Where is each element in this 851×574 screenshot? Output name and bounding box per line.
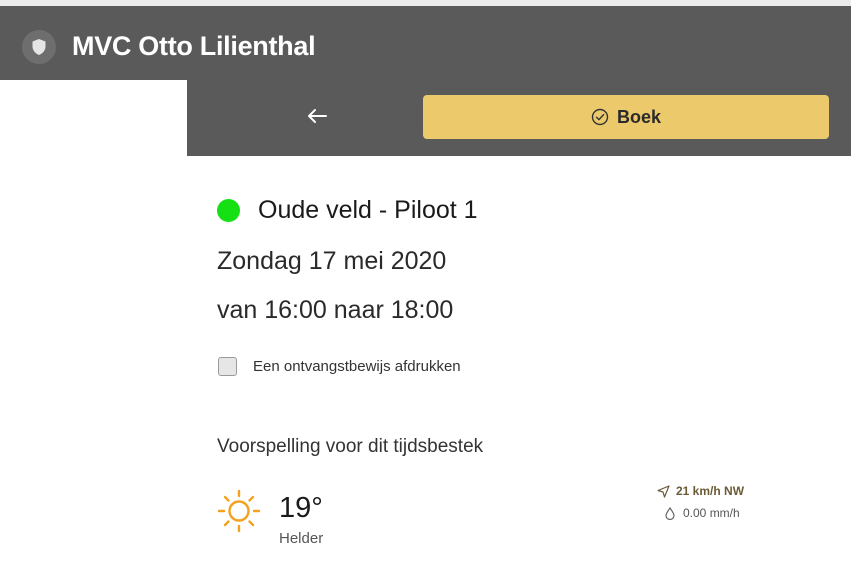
book-button[interactable]: Boek — [423, 95, 829, 139]
app-logo — [22, 30, 56, 64]
rain-info: 0.00 mm/h — [665, 506, 740, 520]
temperature: 19° — [279, 492, 323, 524]
field-name: Oude veld - Piloot 1 — [258, 196, 478, 224]
wind-info: 21 km/h NW — [657, 484, 744, 498]
left-panel — [8, 80, 187, 574]
droplet-icon — [665, 506, 675, 520]
app-header: MVC Otto Lilienthal — [0, 0, 851, 80]
arrow-left-icon — [308, 109, 327, 123]
booking-time-range: van 16:00 naar 18:00 — [217, 296, 454, 324]
receipt-label: Een ontvangstbewijs afdrukken — [253, 358, 461, 375]
sun-icon — [217, 489, 261, 533]
shield-icon — [32, 39, 46, 55]
rain-value: 0.00 mm/h — [683, 506, 740, 520]
action-bar: Boek — [187, 80, 851, 156]
forecast-heading: Voorspelling voor dit tijdsbestek — [217, 436, 484, 457]
app-title: MVC Otto Lilienthal — [72, 31, 316, 61]
weather-condition: Helder — [279, 530, 324, 547]
status-indicator — [217, 199, 240, 222]
book-button-label: Boek — [616, 106, 661, 127]
receipt-checkbox[interactable] — [218, 357, 237, 376]
booking-date: Zondag 17 mei 2020 — [217, 247, 447, 275]
check-circle-icon — [591, 108, 609, 126]
navigation-icon — [657, 484, 670, 498]
receipt-option[interactable]: Een ontvangstbewijs afdrukken — [218, 357, 461, 376]
field-row: Oude veld - Piloot 1 — [217, 196, 478, 225]
wind-value: 21 km/h NW — [676, 484, 745, 498]
app-window: MVC Otto Lilienthal Boek Oude veld - Pil… — [0, 0, 851, 574]
back-button[interactable] — [282, 94, 352, 138]
